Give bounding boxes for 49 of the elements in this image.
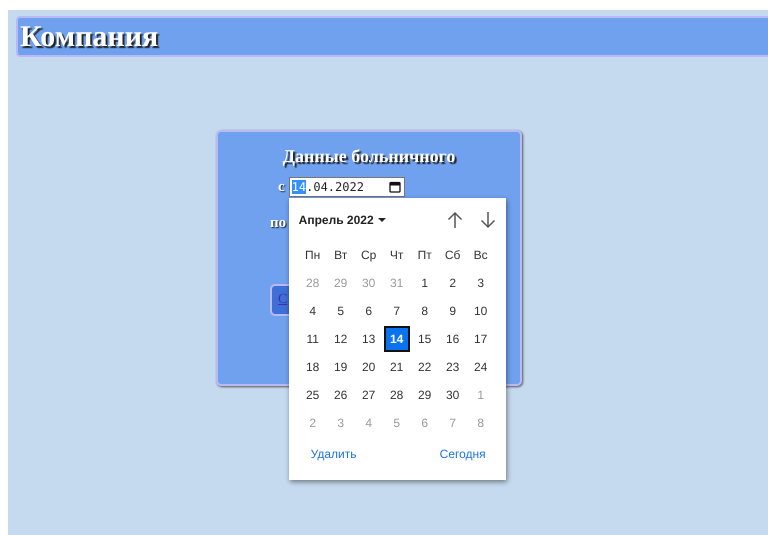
weekday-label: Вт [333, 247, 348, 264]
weekday-label: Пн [304, 247, 322, 264]
company-title: Компания [20, 20, 158, 54]
calendar-day[interactable]: 7 [382, 297, 411, 325]
to-label: по [270, 215, 286, 232]
arrow-down-icon[interactable] [480, 211, 496, 229]
weekday-label: Сб [444, 247, 462, 264]
calendar-day[interactable]: 4 [298, 297, 327, 325]
arrow-up-icon[interactable] [446, 211, 463, 229]
calendar-day[interactable]: 9 [438, 297, 467, 325]
calendar-day[interactable]: 24 [466, 353, 495, 381]
weekday-label: Ср [360, 247, 378, 264]
calendar-day[interactable]: 6 [354, 297, 383, 325]
calendar-day[interactable]: 26 [326, 381, 355, 409]
calendar-day[interactable]: 1 [410, 269, 439, 297]
calendar-icon[interactable] [388, 181, 401, 193]
calendar-day[interactable]: 13 [354, 325, 383, 353]
calendar-day[interactable]: 14 [384, 326, 410, 352]
calendar-day[interactable]: 18 [298, 353, 327, 381]
form-title: Данные больничного [282, 146, 456, 167]
calendar-day[interactable]: 21 [382, 353, 411, 381]
calendar-day[interactable]: 27 [354, 381, 383, 409]
calendar-day[interactable]: 3 [466, 269, 495, 297]
month-select[interactable]: Апрель 2022 [298, 213, 386, 227]
calendar-day[interactable]: 19 [326, 353, 355, 381]
calendar-day[interactable]: 5 [326, 297, 355, 325]
calendar-day[interactable]: 8 [410, 297, 439, 325]
calendar-day[interactable]: 22 [410, 353, 439, 381]
weekday-label: Пт [416, 247, 433, 264]
today-link[interactable]: Сегодня [440, 447, 486, 461]
date-input[interactable]: 14.04.2022 [288, 177, 405, 197]
calendar-day[interactable]: 25 [298, 381, 327, 409]
calendar-day[interactable]: 2 [438, 269, 467, 297]
weekday-label: Вс [472, 247, 489, 264]
calendar-day[interactable]: 16 [438, 325, 467, 353]
calendar-day[interactable]: 10 [466, 297, 495, 325]
calendar-day[interactable]: 11 [298, 325, 327, 353]
calendar-day[interactable]: 29 [410, 381, 439, 409]
from-label: с [278, 178, 285, 196]
weekday-label: Чт [388, 247, 404, 264]
calendar-day[interactable]: 17 [466, 325, 495, 353]
clear-link[interactable]: Удалить [310, 447, 356, 461]
calendar-day[interactable]: 20 [354, 353, 383, 381]
caret-icon [378, 218, 386, 222]
calendar-day[interactable]: 30 [438, 381, 467, 409]
calendar-day[interactable]: 23 [438, 353, 467, 381]
calendar-day[interactable]: 12 [326, 325, 355, 353]
calendar-day[interactable]: 28 [382, 381, 411, 409]
calendar-day[interactable]: 15 [410, 325, 439, 353]
